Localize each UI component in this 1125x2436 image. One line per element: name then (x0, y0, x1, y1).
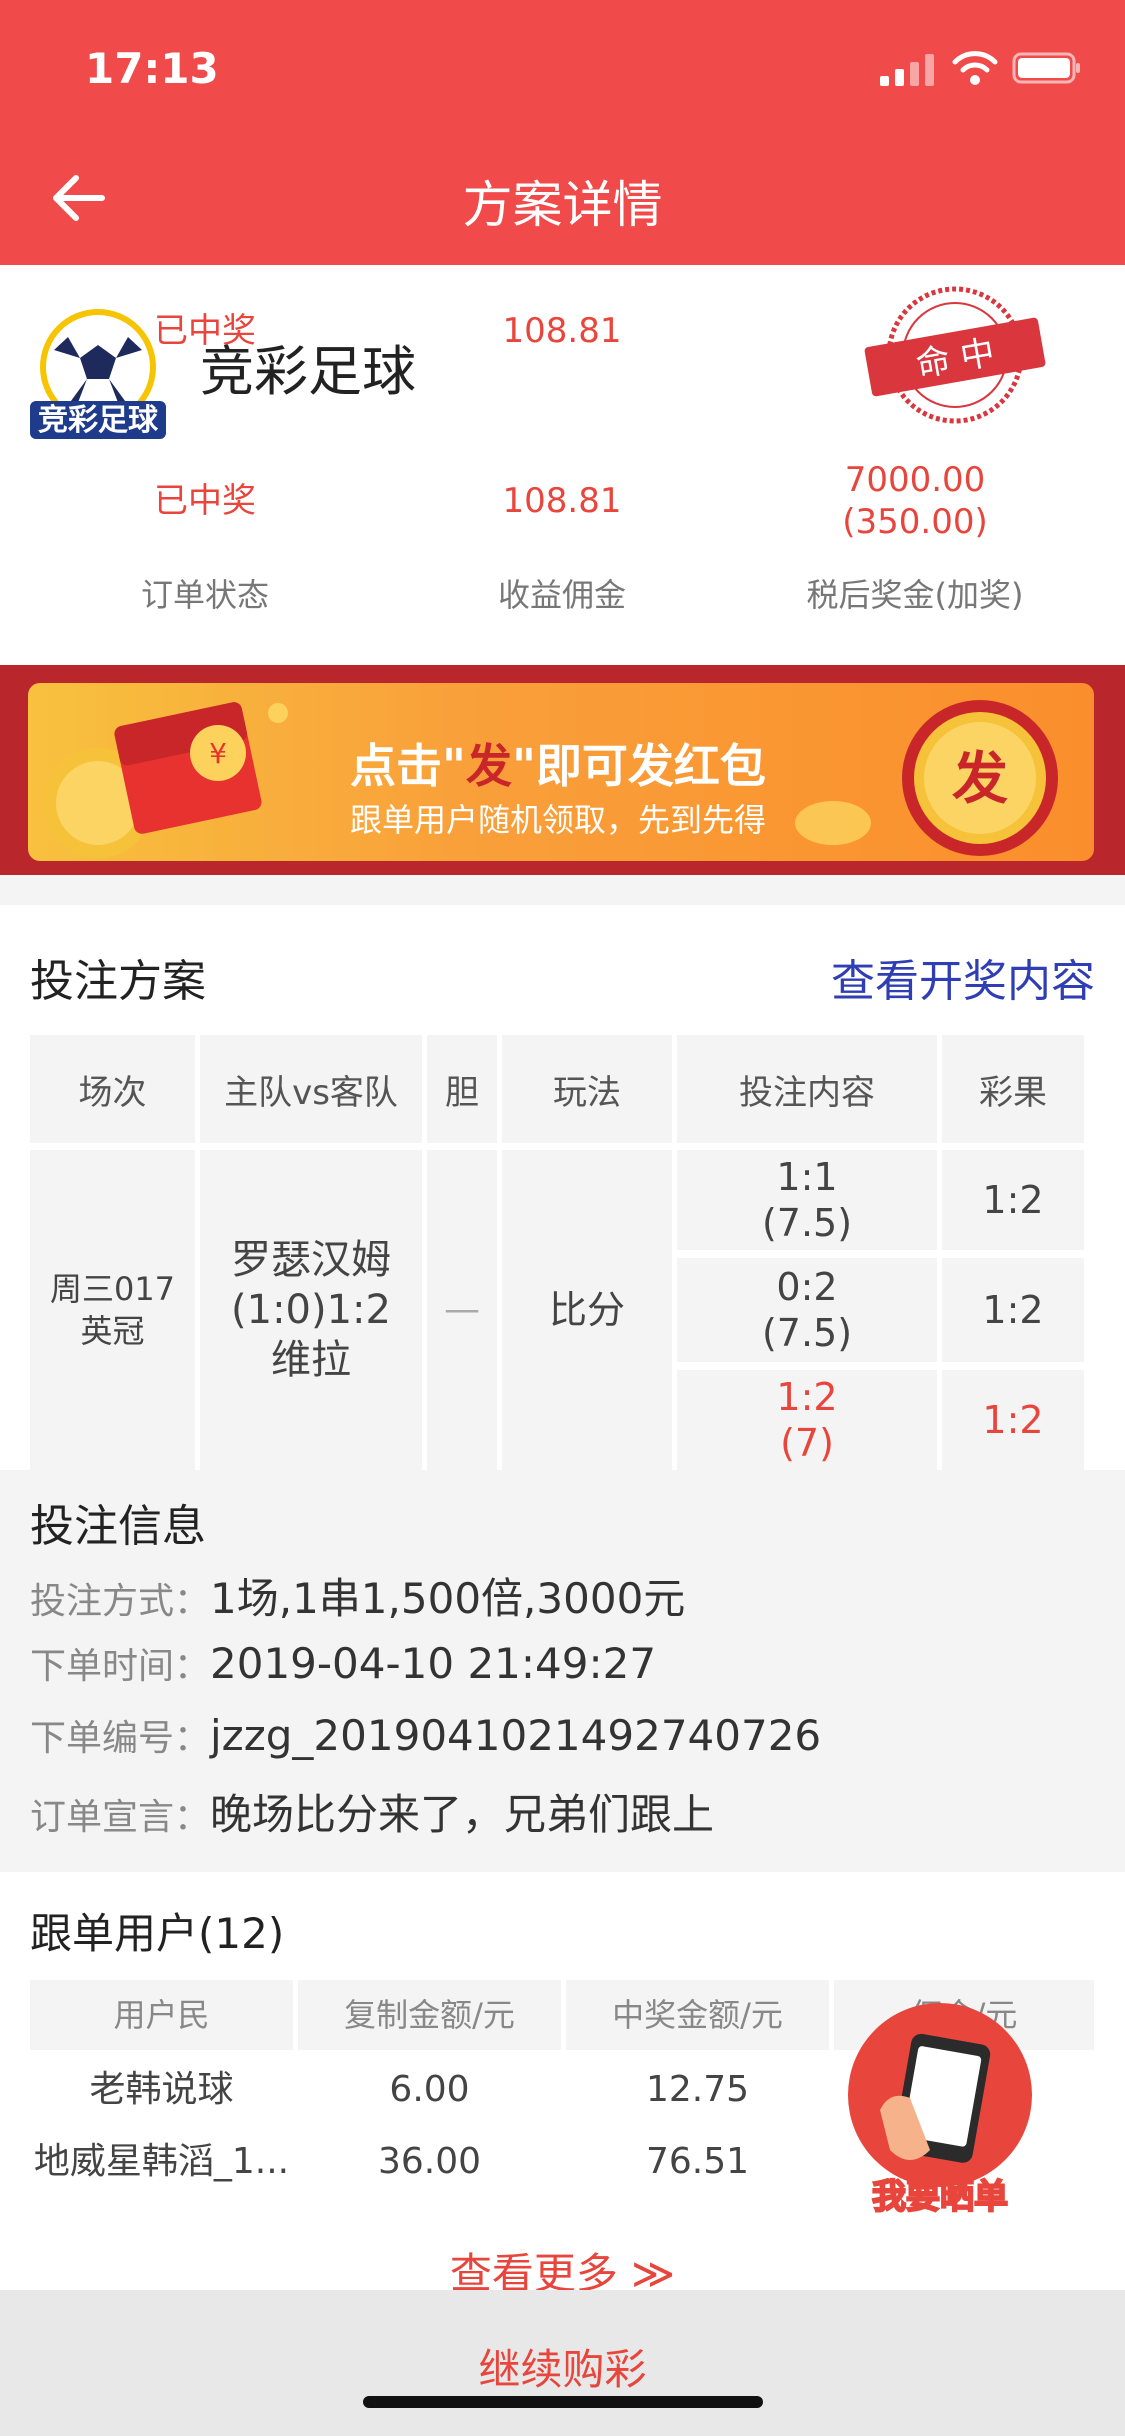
follower-copy: 6.00 (389, 2069, 470, 2110)
follower-win: 76.51 (645, 2141, 750, 2182)
col-header-bet: 投注内容 (677, 1035, 937, 1143)
view-draw-link[interactable]: 查看开奖内容 (831, 945, 1095, 1009)
hit-stamp-icon: 命 中 (864, 286, 1046, 424)
col-header-dan: 胆 (427, 1035, 497, 1143)
share-order-button[interactable]: 我要晒单 (840, 2000, 1040, 2220)
follower-user: 老韩说球 (89, 2069, 234, 2110)
coin-icon (795, 801, 871, 845)
home-team: 罗瑟汉姆 (231, 1237, 391, 1283)
page-title: 方案详情 (462, 176, 663, 234)
handicap-score: (1:0)1:2 (231, 1287, 391, 1333)
result-cell: 1:2 (942, 1150, 1084, 1250)
result-cell: 1:2 (942, 1258, 1084, 1362)
col-header-win: 中奖金额/元 (566, 1980, 829, 2050)
svg-text:¥: ¥ (209, 737, 227, 770)
send-red-packet-button[interactable]: 发 (900, 698, 1060, 858)
bet-option: 0:2 (7.5) (677, 1258, 937, 1362)
wifi-icon (952, 51, 998, 85)
follower-user: 地威星韩滔_1... (33, 2141, 290, 2182)
dan-cell: — (427, 1150, 497, 1470)
col-header-result: 彩果 (942, 1035, 1084, 1143)
info-row-order-id: 下单编号：jzzg_2019041021492740726 (30, 1711, 822, 1760)
status-time: 17:13 (85, 44, 219, 93)
svg-text:发: 发 (952, 747, 1008, 812)
battery-icon (1012, 52, 1080, 84)
commission-value: 108.81 (502, 311, 622, 351)
col-header-match: 场次 (30, 1035, 195, 1143)
cell-signal-icon (880, 54, 934, 86)
col-header-copy: 复制金额/元 (298, 1980, 561, 2050)
match-number: 周三017 (49, 1270, 176, 1308)
bet-option-hit: 1:2 (7) (677, 1370, 937, 1470)
follower-copy: 36.00 (377, 2141, 482, 2182)
prize-value: 7000.00 (844, 460, 986, 500)
play-type-cell: 比分 (502, 1150, 672, 1470)
prize-label: 税后奖金(加奖) (806, 576, 1024, 614)
order-summary-card: 竞彩足球 竞彩足球 命 中 已中奖 108.81 已中奖 108.81 7000… (0, 265, 1125, 665)
svg-text:我要晒单: 我要晒单 (872, 2177, 1008, 2217)
logo-text: 竞彩足球 (38, 403, 159, 438)
bet-option: 1:1 (7.5) (677, 1150, 937, 1250)
col-header-user: 用户民 (30, 1980, 293, 2050)
prize-bonus-value: (350.00) (842, 502, 988, 542)
col-header-play: 玩法 (502, 1035, 672, 1143)
info-row-method: 投注方式：1场,1串1,500倍,3000元 (30, 1574, 686, 1623)
result-cell-hit: 1:2 (942, 1370, 1084, 1470)
match-cell: 周三017 英冠 (30, 1150, 195, 1470)
banner-title: 点击"发"即可发红包 (350, 739, 766, 793)
commission-value: 108.81 (502, 481, 622, 521)
info-title: 投注信息 (30, 1501, 206, 1552)
banner-subtitle: 跟单用户随机领取，先到先得 (350, 801, 767, 839)
teams-cell: 罗瑟汉姆 (1:0)1:2 维拉 (200, 1150, 422, 1470)
info-row-declaration: 订单宣言：晚场比分来了，兄弟们跟上 (30, 1790, 715, 1839)
order-status-value: 已中奖 (154, 311, 256, 351)
continue-buying-button[interactable]: 继续购彩 (0, 2336, 1125, 2397)
follower-win: 12.75 (645, 2069, 750, 2110)
match-league: 英冠 (80, 1312, 145, 1350)
col-header-teams: 主队vs客队 (200, 1035, 422, 1143)
top-header: 17:13 方案详情 (0, 0, 1125, 265)
home-indicator (363, 2396, 763, 2408)
order-status-value: 已中奖 (154, 481, 256, 521)
order-status-label: 订单状态 (140, 576, 269, 614)
away-team: 维拉 (271, 1337, 351, 1383)
followers-title: 跟单用户(12) (30, 1909, 285, 1958)
info-row-time: 下单时间：2019-04-10 21:49:27 (30, 1639, 657, 1688)
commission-label: 收益佣金 (497, 576, 626, 614)
plan-title: 投注方案 (30, 956, 206, 1007)
red-envelope-icon: ¥ (43, 702, 288, 858)
